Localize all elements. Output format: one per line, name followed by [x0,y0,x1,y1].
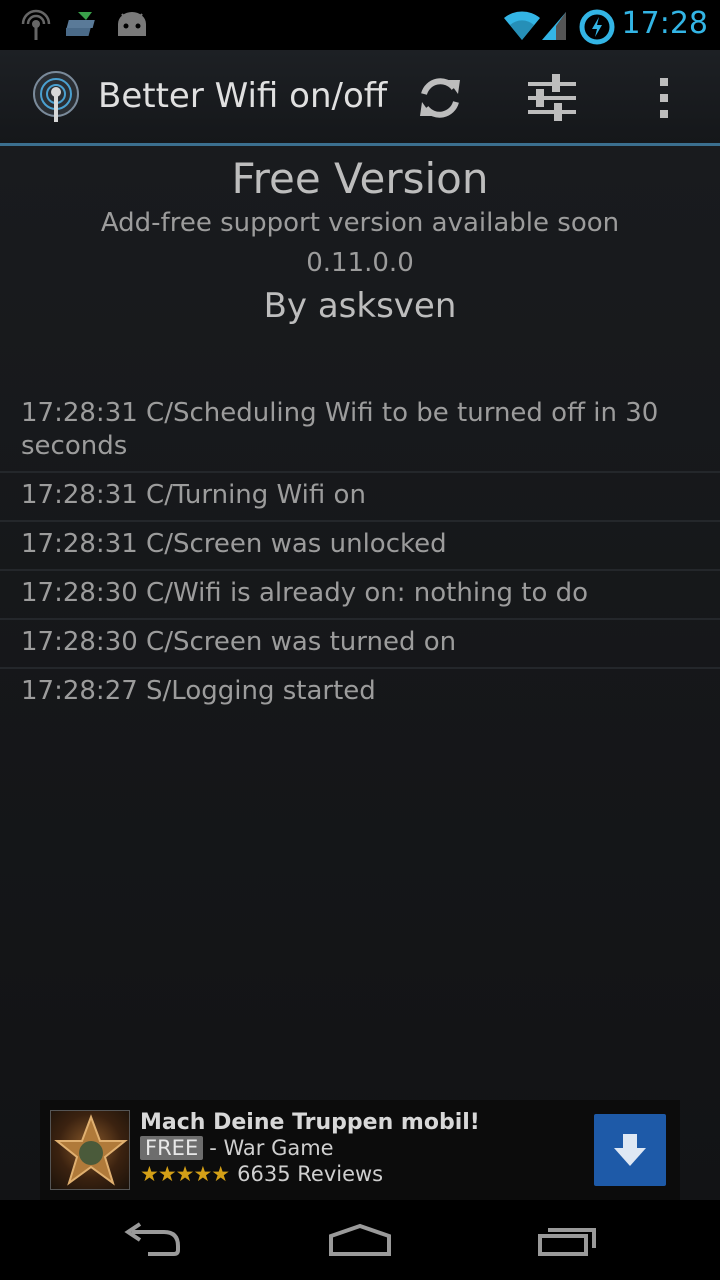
signal-hotspot-icon [21,9,51,40]
author-credit: By asksven [263,286,457,326]
main-content: Free Version Add-free support version av… [0,146,720,1200]
version-number: 0.11.0.0 [306,248,414,278]
battery-charging-icon [579,9,615,45]
status-time: 17:28 [621,6,708,41]
ad-download-button[interactable] [594,1114,666,1186]
ad-rating: ★★★★★ 6635 Reviews [140,1162,383,1186]
app-logo-icon [33,71,79,122]
cell-signal-icon [542,12,566,40]
ad-game-thumbnail[interactable] [50,1110,130,1190]
android-icon [118,12,146,36]
log-entry[interactable]: 17:28:31 C/Scheduling Wifi to be turned … [0,391,720,473]
log-entry[interactable]: 17:28:31 C/Turning Wifi on [0,473,720,522]
refresh-icon[interactable] [410,68,470,128]
action-bar: Better Wifi on/off [0,50,720,146]
status-bar: 17:28 [0,0,720,50]
star-emblem-icon [54,1114,128,1186]
ad-subtitle: FREE - War Game [140,1136,334,1160]
log-list[interactable]: 17:28:31 C/Scheduling Wifi to be turned … [0,391,720,716]
overflow-menu-icon[interactable] [634,68,694,128]
log-entry[interactable]: 17:28:31 C/Screen was unlocked [0,522,720,571]
support-notice: Add-free support version available soon [100,208,620,238]
stack-icon [66,12,95,36]
version-title: Free Version [231,154,489,203]
ad-category: - War Game [209,1136,334,1160]
back-icon[interactable] [118,1220,188,1260]
navigation-bar [0,1200,720,1280]
app-title: Better Wifi on/off [98,76,388,116]
recent-apps-icon[interactable] [532,1220,602,1260]
log-entry[interactable]: 17:28:30 C/Wifi is already on: nothing t… [0,571,720,620]
ad-reviews: 6635 Reviews [237,1162,384,1186]
log-entry[interactable]: 17:28:30 C/Screen was turned on [0,620,720,669]
home-icon[interactable] [325,1220,395,1260]
rating-stars-icon: ★★★★★ [140,1162,230,1186]
ad-banner[interactable]: Mach Deine Truppen mobil! FREE - War Game… [40,1100,680,1200]
free-badge: FREE [140,1136,204,1160]
settings-sliders-icon[interactable] [522,68,582,128]
log-entry[interactable]: 17:28:27 S/Logging started [0,669,720,716]
wifi-icon [504,11,540,40]
ad-title[interactable]: Mach Deine Truppen mobil! [140,1110,480,1135]
download-arrow-icon [614,1134,646,1166]
